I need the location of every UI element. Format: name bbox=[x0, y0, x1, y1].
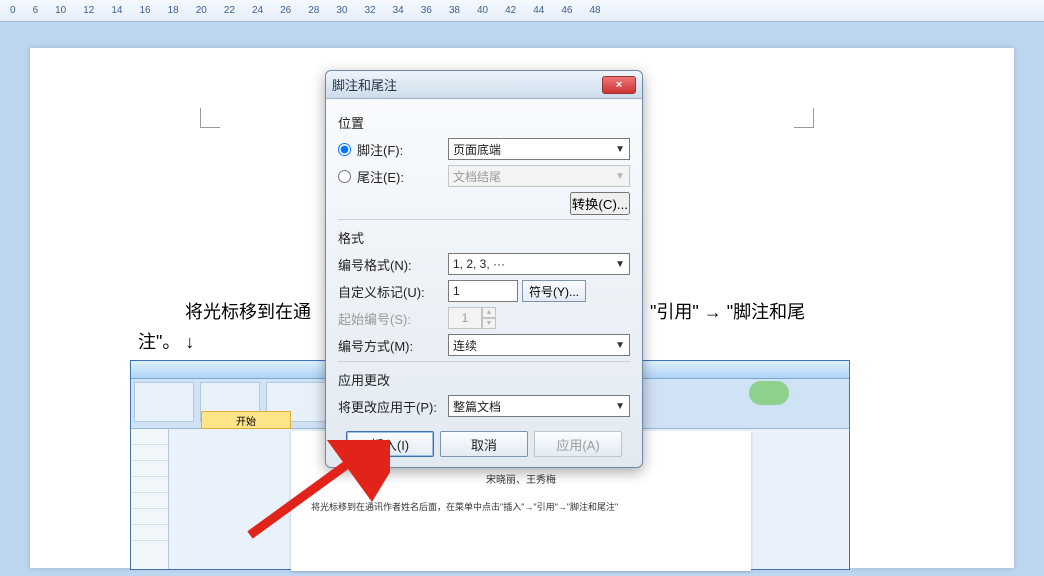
spin-up-icon: ▲ bbox=[482, 307, 496, 318]
footnote-position-combo[interactable]: 页面底端 ▼ bbox=[448, 138, 630, 160]
section-position-label: 位置 bbox=[338, 113, 630, 132]
spin-down-icon: ▼ bbox=[482, 318, 496, 329]
document-text: 将光标移到在通 bbox=[185, 298, 311, 324]
apply-to-label: 将更改应用于(P): bbox=[338, 397, 448, 416]
dialog-title: 脚注和尾注 bbox=[332, 75, 397, 94]
footnote-radio[interactable]: 脚注(F): bbox=[338, 140, 448, 159]
footnote-radio-input[interactable] bbox=[338, 143, 351, 156]
embedded-sidepanel bbox=[131, 429, 169, 569]
endnote-radio[interactable]: 尾注(E): bbox=[338, 167, 448, 186]
embedded-tooltip: 开始 bbox=[201, 411, 291, 429]
footnote-endnote-dialog: 脚注和尾注 × 位置 脚注(F): 页面底端 ▼ 尾注(E): 文档结尾 ▼ bbox=[325, 70, 643, 468]
embedded-share-icon bbox=[749, 381, 789, 405]
document-text: 注"。 ↓ bbox=[138, 328, 194, 354]
insert-button[interactable]: 插入(I) bbox=[346, 431, 434, 457]
number-format-label: 编号格式(N): bbox=[338, 255, 448, 274]
close-button[interactable]: × bbox=[602, 76, 636, 94]
number-format-combo[interactable]: 1, 2, 3, ··· ▼ bbox=[448, 253, 630, 275]
margin-corner bbox=[200, 108, 220, 128]
margin-corner bbox=[794, 108, 814, 128]
endnote-position-combo: 文档结尾 ▼ bbox=[448, 165, 630, 187]
horizontal-ruler: 0610 121416 182022 242628 303234 363840 … bbox=[0, 0, 1044, 22]
chevron-down-icon: ▼ bbox=[615, 401, 625, 412]
start-at-spinner: 1 ▲▼ bbox=[448, 307, 496, 329]
convert-button: 转换(C)... bbox=[570, 192, 630, 215]
chevron-down-icon: ▼ bbox=[615, 259, 625, 270]
apply-button: 应用(A) bbox=[534, 431, 622, 457]
chevron-down-icon: ▼ bbox=[615, 171, 625, 182]
close-icon: × bbox=[616, 79, 622, 91]
symbol-button[interactable]: 符号(Y)... bbox=[522, 280, 586, 302]
chevron-down-icon: ▼ bbox=[615, 144, 625, 155]
start-at-label: 起始编号(S): bbox=[338, 309, 448, 328]
custom-mark-label: 自定义标记(U): bbox=[338, 282, 448, 301]
section-format-label: 格式 bbox=[338, 228, 630, 247]
chevron-down-icon: ▼ bbox=[615, 340, 625, 351]
numbering-combo[interactable]: 连续 ▼ bbox=[448, 334, 630, 356]
apply-to-combo[interactable]: 整篇文档 ▼ bbox=[448, 395, 630, 417]
custom-mark-input[interactable]: 1 bbox=[448, 280, 518, 302]
dialog-titlebar[interactable]: 脚注和尾注 × bbox=[326, 71, 642, 99]
numbering-label: 编号方式(M): bbox=[338, 336, 448, 355]
document-text: "引用" → "脚注和尾 bbox=[650, 298, 805, 324]
endnote-radio-input[interactable] bbox=[338, 170, 351, 183]
cancel-button[interactable]: 取消 bbox=[440, 431, 528, 457]
section-apply-label: 应用更改 bbox=[338, 370, 630, 389]
